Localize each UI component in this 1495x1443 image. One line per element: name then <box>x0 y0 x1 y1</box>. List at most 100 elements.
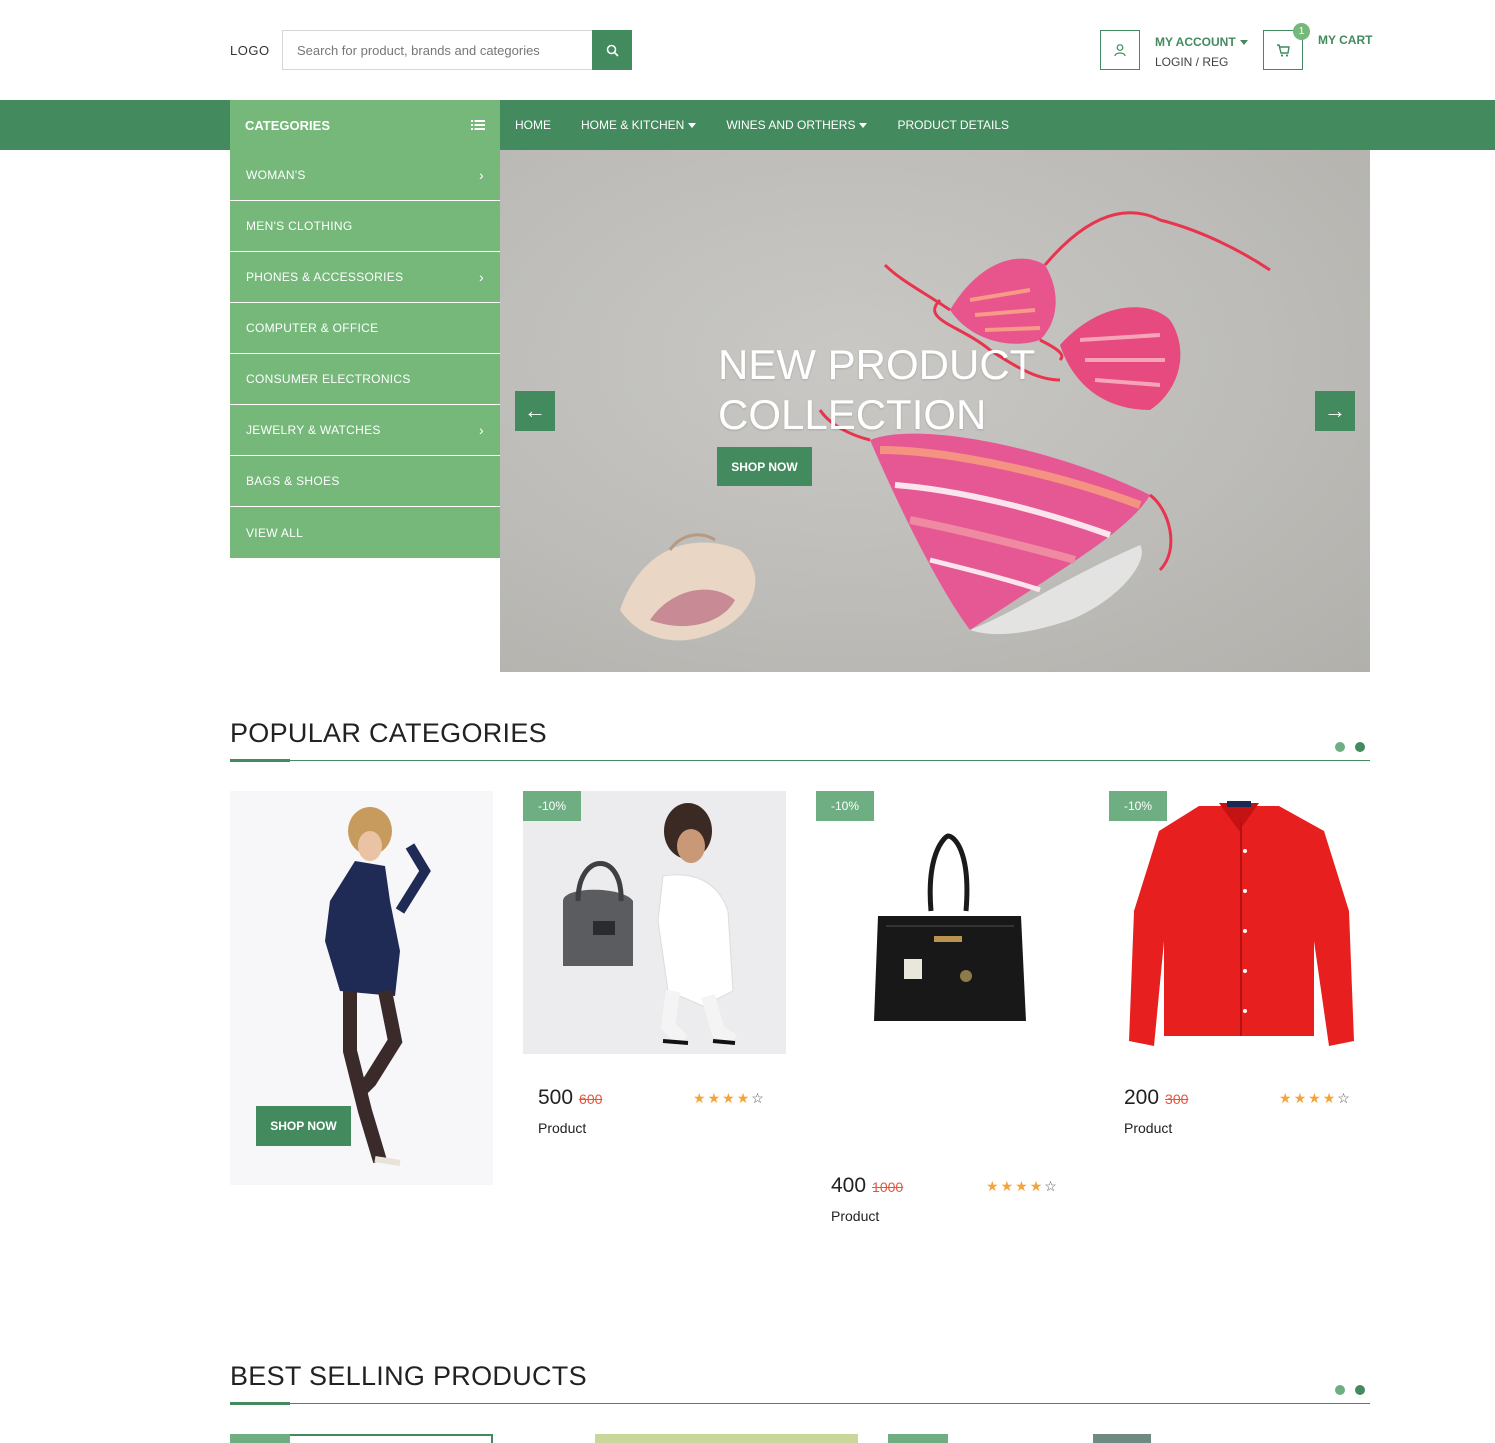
promo-card: SHOP NOW <box>230 791 493 1185</box>
nav-home[interactable]: HOME <box>500 100 566 150</box>
cart-icon <box>1277 43 1290 57</box>
product-old-price: 1000 <box>872 1179 904 1195</box>
product-photo <box>1109 791 1372 1054</box>
product-card[interactable]: -10% 400 1000 ★ ★ ★ ★ ☆ Product <box>816 791 1079 1231</box>
nav-home-kitchen[interactable]: HOME & KITCHEN <box>566 100 711 150</box>
best-card-image-edge <box>1093 1434 1151 1443</box>
product-photo <box>816 791 1079 1054</box>
promo-shop-now-button[interactable]: SHOP NOW <box>256 1106 351 1146</box>
chevron-right-icon: › <box>479 422 484 438</box>
chevron-down-icon <box>859 122 868 128</box>
section-divider <box>230 760 1370 761</box>
search-bar <box>282 30 632 70</box>
account-button[interactable] <box>1100 30 1140 70</box>
category-item-bags[interactable]: BAGS & SHOES <box>230 456 500 507</box>
star-icon: ★ <box>1308 1090 1321 1106</box>
account-menu[interactable]: MY ACCOUNT LOGIN / REG <box>1155 32 1248 72</box>
carousel-dot[interactable] <box>1355 742 1365 752</box>
section-divider-accent <box>230 759 290 762</box>
product-price: 500 <box>538 1086 574 1109</box>
product-name[interactable]: Product <box>1124 1120 1172 1136</box>
carousel-dot[interactable] <box>1335 742 1345 752</box>
hero-shop-now-button[interactable]: SHOP NOW <box>717 447 812 486</box>
product-card[interactable]: -10% 200 300 ★ ★ ★ ★ ☆ Product <box>1109 791 1372 1151</box>
star-icon: ★ <box>1000 1178 1014 1194</box>
category-item-jewelry[interactable]: JEWELRY & WATCHES › <box>230 405 500 456</box>
category-item-womans[interactable]: WOMAN'S › <box>230 150 500 201</box>
discount-badge: -10% <box>1109 791 1167 821</box>
category-item-mens-clothing[interactable]: MEN'S CLOTHING <box>230 201 500 252</box>
category-menu: WOMAN'S › MEN'S CLOTHING PHONES & ACCESSO… <box>230 150 500 558</box>
nav-wines[interactable]: WINES AND ORTHERS <box>711 100 882 150</box>
star-empty-icon: ☆ <box>751 1090 764 1106</box>
star-icon: ★ <box>986 1178 999 1194</box>
star-icon: ★ <box>1015 1178 1028 1194</box>
popular-categories-title: POPULAR CATEGORIES <box>230 718 547 748</box>
categories-label: CATEGORIES <box>245 117 330 133</box>
login-register-link[interactable]: LOGIN / REG <box>1155 52 1248 72</box>
product-image[interactable]: -10% <box>523 791 786 1054</box>
chevron-down-icon <box>1239 39 1248 45</box>
carousel-dot[interactable] <box>1355 1385 1365 1395</box>
best-card-image-edge <box>595 1434 858 1443</box>
star-icon: ★ <box>707 1090 721 1106</box>
star-empty-icon: ☆ <box>1337 1090 1350 1106</box>
search-icon <box>606 44 619 57</box>
rating-stars: ★ ★ ★ ★ ☆ <box>693 1090 764 1107</box>
chevron-right-icon: › <box>479 269 484 285</box>
category-item-electronics[interactable]: CONSUMER ELECTRONICS <box>230 354 500 405</box>
price-row: 200 300 <box>1124 1086 1188 1110</box>
search-button[interactable] <box>592 30 632 70</box>
star-icon: ★ <box>1322 1090 1336 1106</box>
product-price: 200 <box>1124 1086 1160 1109</box>
hero-title: NEW PRODUCT COLLECTION <box>718 341 1036 438</box>
user-icon <box>1114 44 1126 57</box>
product-photo <box>523 791 786 1054</box>
product-old-price: 300 <box>1165 1091 1189 1107</box>
categories-toggle[interactable]: CATEGORIES <box>230 100 500 150</box>
category-item-phones[interactable]: PHONES & ACCESSORIES › <box>230 252 500 303</box>
rating-stars: ★ ★ ★ ★ ☆ <box>1279 1090 1350 1107</box>
product-name[interactable]: Product <box>538 1120 586 1136</box>
price-row: 400 1000 <box>831 1174 903 1198</box>
list-icon <box>471 120 485 130</box>
category-item-computer[interactable]: COMPUTER & OFFICE <box>230 303 500 354</box>
best-card-badge <box>888 1434 948 1443</box>
search-input[interactable] <box>282 30 592 70</box>
account-title[interactable]: MY ACCOUNT <box>1155 32 1236 52</box>
product-price: 400 <box>831 1174 867 1197</box>
star-empty-icon: ☆ <box>1044 1178 1057 1194</box>
discount-badge: -10% <box>523 791 581 821</box>
star-icon: ★ <box>1279 1090 1292 1106</box>
best-carousel-dots <box>1335 1385 1365 1395</box>
hero-next-arrow[interactable]: → <box>1315 391 1355 431</box>
product-card[interactable]: -10% 500 600 ★ ★ ★ ★ ☆ Product <box>523 791 786 1151</box>
product-old-price: 600 <box>579 1091 603 1107</box>
chevron-down-icon <box>688 122 697 128</box>
cart-label[interactable]: MY CART <box>1318 32 1372 48</box>
hero-slider: ← → NEW PRODUCT COLLECTION SHOP NOW <box>500 150 1370 672</box>
star-icon: ★ <box>722 1090 735 1106</box>
hero-prev-arrow[interactable]: ← <box>515 391 555 431</box>
star-icon: ★ <box>693 1090 706 1106</box>
product-image[interactable]: -10% <box>816 791 1079 1054</box>
product-name[interactable]: Product <box>831 1208 879 1224</box>
star-icon: ★ <box>1293 1090 1307 1106</box>
section-divider-accent <box>230 1402 290 1405</box>
price-row: 500 600 <box>538 1086 602 1110</box>
rating-stars: ★ ★ ★ ★ ☆ <box>986 1178 1057 1195</box>
popular-carousel-dots <box>1335 742 1365 752</box>
chevron-right-icon: › <box>479 167 484 183</box>
logo[interactable]: LOGO <box>230 43 270 58</box>
carousel-dot[interactable] <box>1335 1385 1345 1395</box>
discount-badge: -10% <box>816 791 874 821</box>
star-icon: ★ <box>736 1090 750 1106</box>
nav-links: HOME HOME & KITCHEN WINES AND ORTHERS PR… <box>500 100 1024 150</box>
product-image[interactable]: -10% <box>1109 791 1372 1054</box>
star-icon: ★ <box>1029 1178 1043 1194</box>
category-item-view-all[interactable]: VIEW ALL <box>230 507 500 558</box>
cart-count-badge: 1 <box>1293 23 1310 40</box>
nav-product-details[interactable]: PRODUCT DETAILS <box>882 100 1024 150</box>
best-card-badge <box>230 1434 290 1443</box>
best-selling-title: BEST SELLING PRODUCTS <box>230 1361 587 1391</box>
